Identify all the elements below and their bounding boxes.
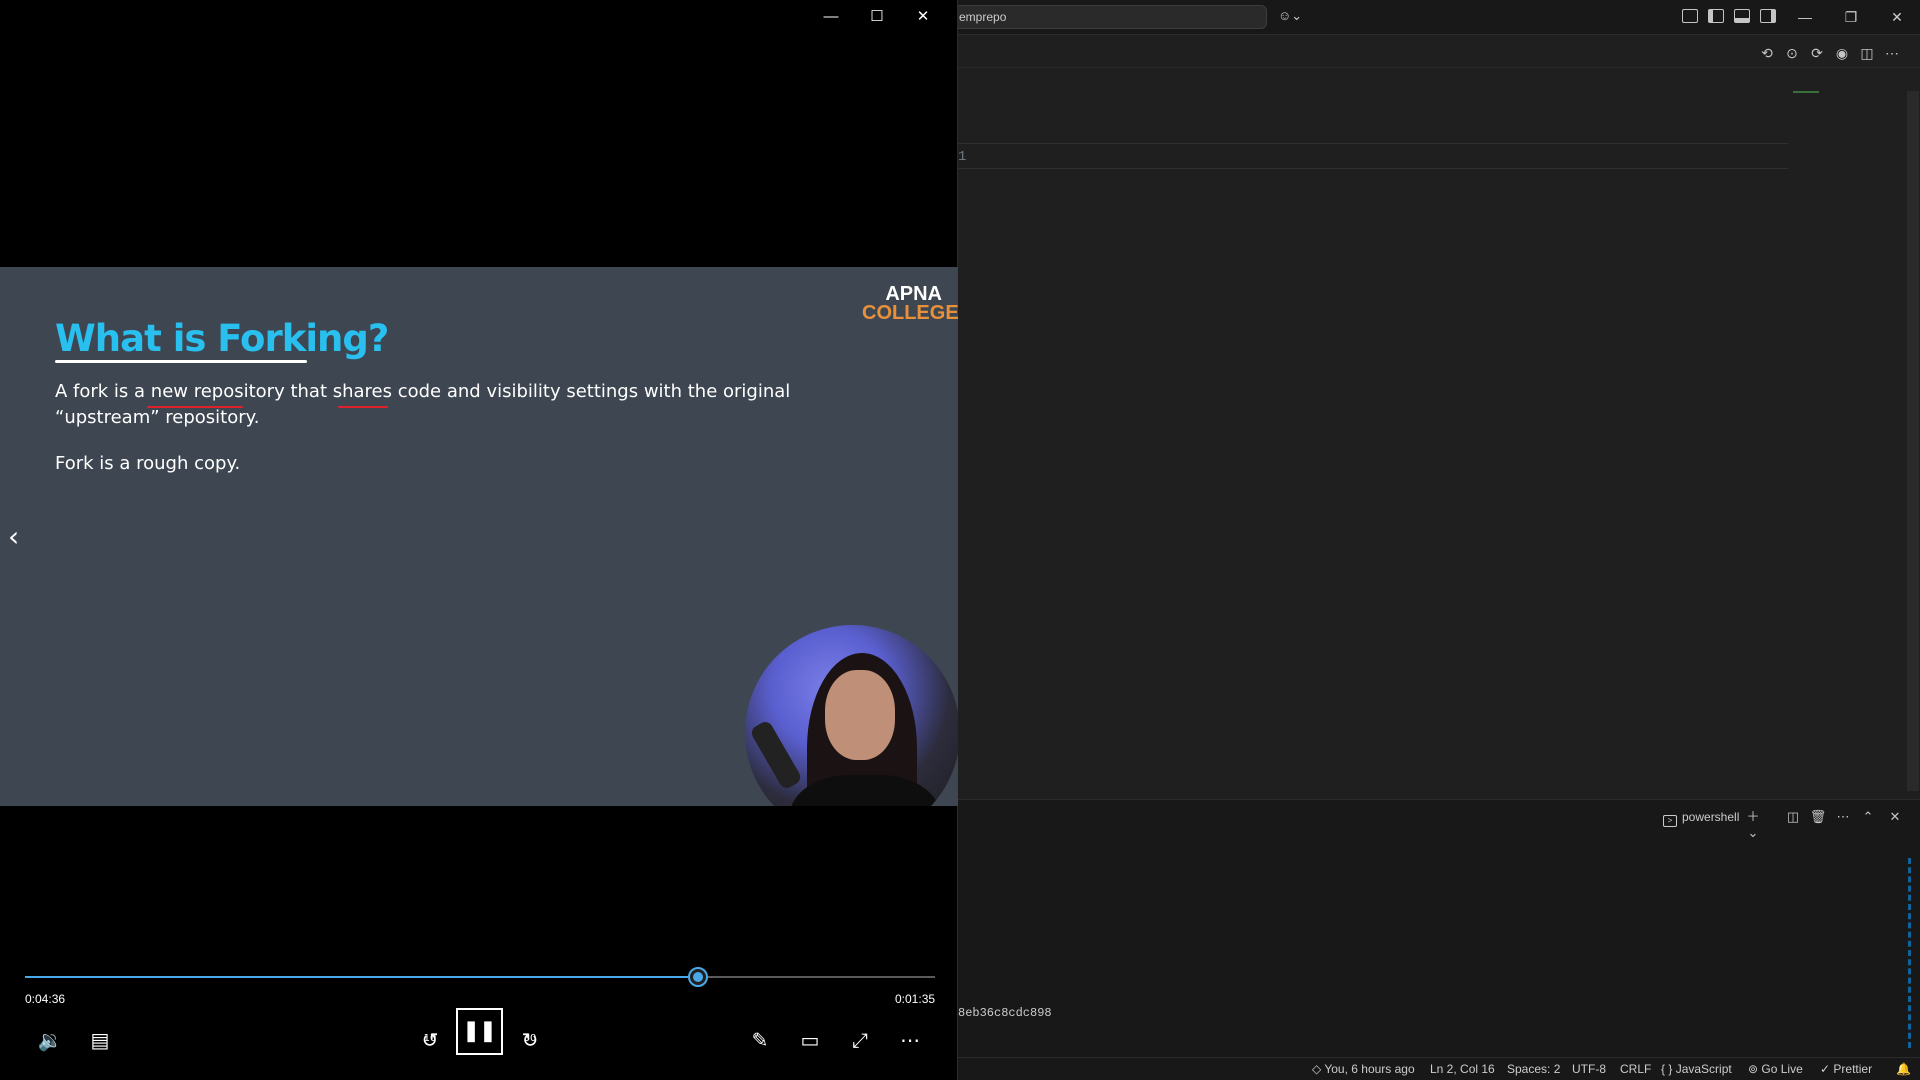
title-underline [55, 360, 307, 363]
terminal-tab[interactable]: > powershell [1663, 810, 1739, 827]
more-options-icon[interactable]: ⋯ [890, 1020, 930, 1060]
toggle-secondary-sidebar-icon[interactable] [1760, 9, 1776, 23]
terminal-scrollbar[interactable] [1908, 858, 1911, 1048]
presenter-webcam [745, 625, 958, 806]
panel-header: > powershell ＋⌄ ◫ 🗑 ⋯ ⌃ ✕ [958, 800, 1920, 840]
close-panel-icon[interactable]: ✕ [1886, 809, 1904, 825]
captions-icon[interactable]: ▤ [80, 1020, 120, 1060]
terminal-icon: > [1663, 815, 1677, 827]
prettier[interactable]: ✓ Prettier [1820, 1062, 1872, 1076]
notifications-icon[interactable]: 🔔 [1896, 1062, 1911, 1076]
seek-bar[interactable] [25, 967, 935, 987]
git-blame[interactable]: ◇ You, 6 hours ago [1312, 1062, 1415, 1076]
skip-back-button[interactable]: ↺ 10 [410, 1020, 450, 1060]
source-control-icon[interactable]: ◉ [1833, 44, 1851, 62]
apna-college-logo: APNA COLLEGE [862, 284, 958, 324]
terminal-panel: > powershell ＋⌄ ◫ 🗑 ⋯ ⌃ ✕ 8eb36c8cdc898 [958, 799, 1920, 1060]
go-live-label: Go Live [1761, 1062, 1803, 1076]
toggle-panel-icon[interactable] [1734, 9, 1750, 23]
line-number: 1 [958, 149, 967, 165]
skip-forward-label: 30 [523, 1033, 537, 1044]
annotation-underline [338, 406, 388, 408]
skip-back-label: 10 [423, 1033, 437, 1044]
skip-forward-button[interactable]: ↻ 30 [510, 1020, 550, 1060]
language-mode[interactable]: { } JavaScript [1661, 1062, 1732, 1076]
remaining-time: 0:01:35 [895, 992, 936, 1006]
more-actions-icon[interactable]: ⋯ [1883, 44, 1901, 62]
split-terminal-icon[interactable]: ◫ [1784, 809, 1802, 825]
mini-player-icon[interactable]: ▭ [790, 1020, 830, 1060]
prettier-label: Prettier [1833, 1062, 1873, 1076]
maximize-panel-icon[interactable]: ⌃ [1859, 809, 1877, 825]
close-icon[interactable]: ✕ [909, 6, 937, 28]
customize-layout-icon[interactable] [1682, 9, 1698, 23]
previous-chevron-icon[interactable]: ‹ [8, 520, 19, 553]
seek-progress [25, 976, 699, 978]
annotation-underline [147, 406, 243, 408]
kill-terminal-icon[interactable]: 🗑 [1809, 809, 1827, 825]
elapsed-time: 0:04:36 [25, 992, 66, 1006]
end-of-line[interactable]: CRLF [1620, 1062, 1651, 1076]
minimize-icon[interactable]: — [1790, 6, 1820, 28]
go-forward-icon[interactable]: ⟳ [1808, 44, 1826, 62]
close-icon[interactable]: ✕ [1882, 6, 1912, 28]
new-terminal-icon[interactable]: ＋⌄ [1744, 809, 1762, 840]
current-line-highlight [958, 143, 1788, 169]
command-center-search[interactable]: emprepo [950, 5, 1267, 29]
fullscreen-icon[interactable]: ⤢ [840, 1020, 880, 1060]
split-editor-icon[interactable]: ◫ [1858, 44, 1876, 62]
pen-icon[interactable]: ✎ [740, 1020, 780, 1060]
maximize-icon[interactable]: ☐ [863, 6, 891, 28]
slide-title: What is Forking? [55, 317, 389, 360]
encoding[interactable]: UTF-8 [1572, 1062, 1606, 1076]
terminal-output: 8eb36c8cdc898 [958, 1006, 1052, 1020]
minimize-icon[interactable]: — [817, 6, 845, 28]
language-label: JavaScript [1675, 1062, 1732, 1076]
terminal-tab-label: powershell [1682, 810, 1740, 824]
presenter-face [825, 670, 895, 760]
microphone [748, 719, 804, 791]
restore-icon[interactable]: ❐ [1836, 6, 1866, 28]
timeline-commit-icon[interactable]: ⊙ [1783, 44, 1801, 62]
cursor-position[interactable]: Ln 2, Col 16 [1430, 1062, 1495, 1076]
more-actions-icon[interactable]: ⋯ [1834, 809, 1852, 825]
indentation[interactable]: Spaces: 2 [1507, 1062, 1560, 1076]
video-frame[interactable]: What is Forking? A fork is a new reposit… [0, 267, 958, 806]
editor-scrollbar[interactable] [1907, 91, 1919, 791]
toggle-primary-sidebar-icon[interactable] [1708, 9, 1724, 23]
go-live[interactable]: ⊚ Go Live [1748, 1062, 1803, 1076]
go-back-icon[interactable]: ⟲ [1758, 44, 1776, 62]
logo-line2: COLLEGE [862, 302, 958, 324]
volume-icon[interactable]: 🔉 [30, 1020, 70, 1060]
editor-toolbar: ⟲ ⊙ ⟳ ◉ ◫ ⋯ [958, 38, 1920, 68]
copilot-icon[interactable]: ☺⌄ [1278, 8, 1308, 26]
code-editor[interactable]: 1 [958, 69, 1920, 799]
seek-thumb[interactable] [688, 967, 709, 987]
slide-note-text: Fork is a rough copy. [55, 453, 241, 474]
pause-button[interactable]: ❚❚ [456, 1008, 503, 1055]
git-blame-text: You, 6 hours ago [1324, 1062, 1415, 1076]
slide-definition-text: A fork is a new repository that shares c… [55, 381, 791, 428]
player-window-controls: — ☐ ✕ [817, 0, 957, 34]
media-player-window: — ☐ ✕ What is Forking? A fork is a new r… [0, 0, 958, 1080]
minimap[interactable] [1793, 91, 1819, 93]
